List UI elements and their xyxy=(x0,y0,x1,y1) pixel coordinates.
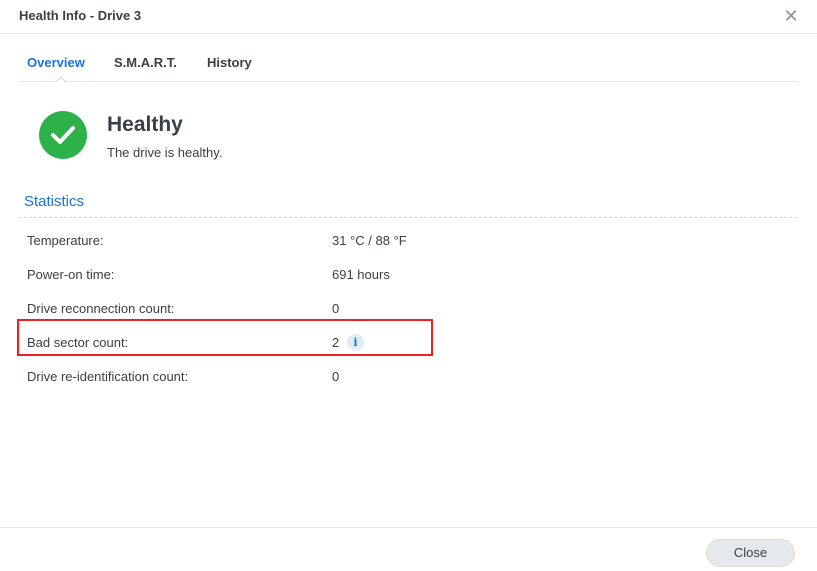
section-divider xyxy=(19,217,797,218)
close-button[interactable]: Close xyxy=(706,539,795,567)
tab-smart[interactable]: S.M.A.R.T. xyxy=(114,55,177,70)
window-title: Health Info - Drive 3 xyxy=(19,8,142,23)
statistics-section-title: Statistics xyxy=(24,193,85,210)
stat-label-reconnection-count: Drive reconnection count: xyxy=(27,301,175,316)
stat-label-re-identification-count: Drive re-identification count: xyxy=(27,369,189,384)
footer-divider xyxy=(0,527,817,528)
health-status-heading: Healthy xyxy=(107,113,183,136)
close-icon[interactable]: ✕ xyxy=(783,7,799,25)
tab-overview[interactable]: Overview xyxy=(27,55,85,70)
stat-value-power-on-time: 691 hours xyxy=(332,267,390,282)
window-titlebar: Health Info - Drive 3 ✕ xyxy=(0,0,817,34)
health-status-description: The drive is healthy. xyxy=(107,145,223,160)
tab-history[interactable]: History xyxy=(207,55,252,70)
stat-label-temperature: Temperature: xyxy=(27,233,104,248)
tab-bar: Overview S.M.A.R.T. History xyxy=(19,46,799,82)
stat-label-power-on-time: Power-on time: xyxy=(27,267,115,282)
bad-sector-highlight-box xyxy=(17,319,433,356)
check-circle-icon xyxy=(39,111,87,159)
stat-value-re-identification-count: 0 xyxy=(332,369,340,384)
stat-value-temperature: 31 °C / 88 °F xyxy=(332,233,407,248)
active-tab-indicator xyxy=(55,76,67,83)
stat-value-reconnection-count: 0 xyxy=(332,301,340,316)
